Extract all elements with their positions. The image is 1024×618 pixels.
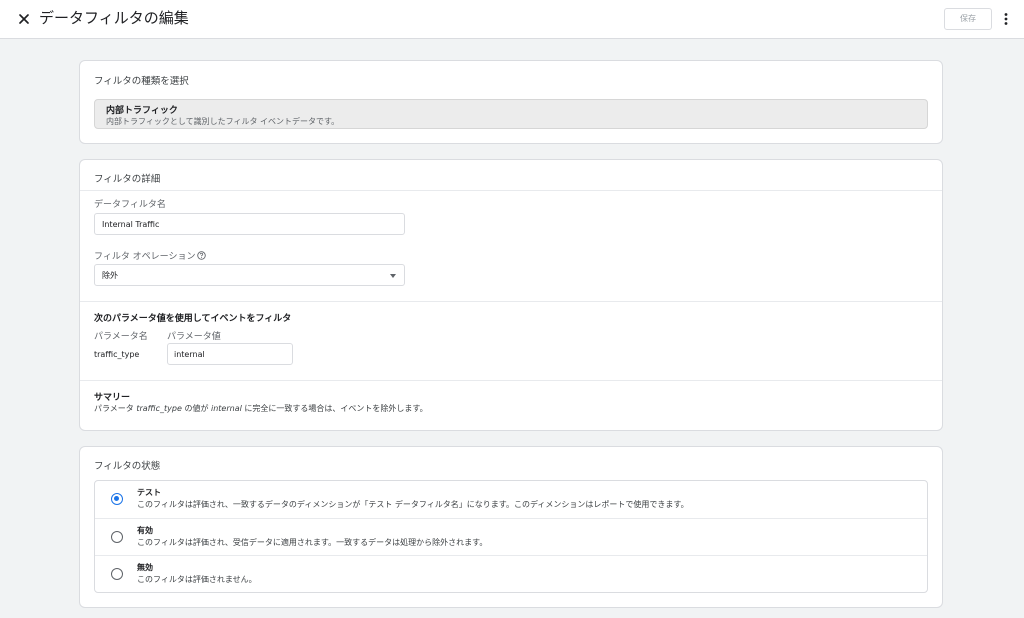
summary-heading: サマリー bbox=[94, 393, 131, 403]
state-option-test[interactable]: テスト このフィルタは評価され、一致するデータのディメンションが「テスト データ… bbox=[95, 481, 927, 518]
filter-type-option[interactable]: 内部トラフィック 内部トラフィックとして識別したフィルタ イベントデータです。 bbox=[94, 99, 928, 129]
summary-param: traffic_type bbox=[136, 404, 182, 413]
top-app-bar: データフィルタの編集 保存 bbox=[0, 0, 1024, 39]
more-vert-icon[interactable] bbox=[999, 11, 1013, 27]
filter-state-title: フィルタの状態 bbox=[94, 461, 161, 472]
summary-value: internal bbox=[211, 404, 242, 413]
filter-name-label: データフィルタ名 bbox=[94, 200, 166, 210]
filter-details-card: フィルタの詳細 データフィルタ名 フィルタ オペレーション 除外 次のパラメータ… bbox=[79, 159, 943, 431]
param-value-column-label: パラメータ値 bbox=[167, 332, 221, 342]
param-value-input[interactable] bbox=[167, 343, 293, 365]
filter-type-description: 内部トラフィックとして識別したフィルタ イベントデータです。 bbox=[106, 117, 340, 126]
filter-type-title: フィルタの種類を選択 bbox=[94, 76, 189, 87]
summary-post: に完全に一致する場合は、イベントを除外します。 bbox=[241, 404, 428, 413]
filter-operation-value: 除外 bbox=[102, 271, 118, 280]
radio-unselected[interactable] bbox=[111, 531, 123, 543]
state-option-name: 有効 bbox=[137, 526, 153, 535]
state-option-description: このフィルタは評価され、一致するデータのディメンションが「テスト データフィルタ… bbox=[137, 500, 689, 509]
filter-details-title: フィルタの詳細 bbox=[94, 174, 161, 185]
filter-operation-label: フィルタ オペレーション bbox=[94, 249, 206, 262]
filter-operation-label-text: フィルタ オペレーション bbox=[94, 252, 196, 262]
divider bbox=[80, 190, 942, 191]
state-option-description: このフィルタは評価されません。 bbox=[137, 575, 257, 584]
filter-type-name: 内部トラフィック bbox=[106, 106, 178, 116]
dropdown-caret-icon bbox=[390, 274, 396, 278]
divider bbox=[80, 301, 942, 302]
filter-type-card: フィルタの種類を選択 内部トラフィック 内部トラフィックとして識別したフィルタ … bbox=[79, 60, 943, 144]
filter-state-radio-group: テスト このフィルタは評価され、一致するデータのディメンションが「テスト データ… bbox=[94, 480, 928, 593]
summary-mid: の値が bbox=[181, 404, 211, 413]
state-option-inactive[interactable]: 無効 このフィルタは評価されません。 bbox=[95, 555, 927, 592]
radio-selected[interactable] bbox=[111, 493, 123, 505]
param-name-column-label: パラメータ名 bbox=[94, 332, 148, 342]
divider bbox=[80, 380, 942, 381]
state-option-name: テスト bbox=[137, 488, 161, 497]
state-option-active[interactable]: 有効 このフィルタは評価され、受信データに適用されます。一致するデータは処理から… bbox=[95, 518, 927, 555]
save-button[interactable]: 保存 bbox=[944, 8, 992, 30]
filter-operation-select[interactable]: 除外 bbox=[94, 264, 405, 286]
param-section-heading: 次のパラメータ値を使用してイベントをフィルタ bbox=[94, 314, 292, 324]
filter-state-card: フィルタの状態 テスト このフィルタは評価され、一致するデータのディメンションが… bbox=[79, 446, 943, 608]
filter-name-input[interactable] bbox=[94, 213, 405, 235]
summary-pre: パラメータ bbox=[94, 404, 137, 413]
page-title: データフィルタの編集 bbox=[39, 9, 189, 27]
state-option-name: 無効 bbox=[137, 563, 153, 572]
param-name: traffic_type bbox=[94, 350, 140, 359]
help-icon[interactable] bbox=[196, 251, 206, 260]
close-icon[interactable] bbox=[16, 11, 32, 27]
radio-unselected[interactable] bbox=[111, 568, 123, 580]
summary-text: パラメータ traffic_type の値が internal に完全に一致する… bbox=[94, 403, 428, 414]
state-option-description: このフィルタは評価され、受信データに適用されます。一致するデータは処理から除外さ… bbox=[137, 538, 488, 547]
